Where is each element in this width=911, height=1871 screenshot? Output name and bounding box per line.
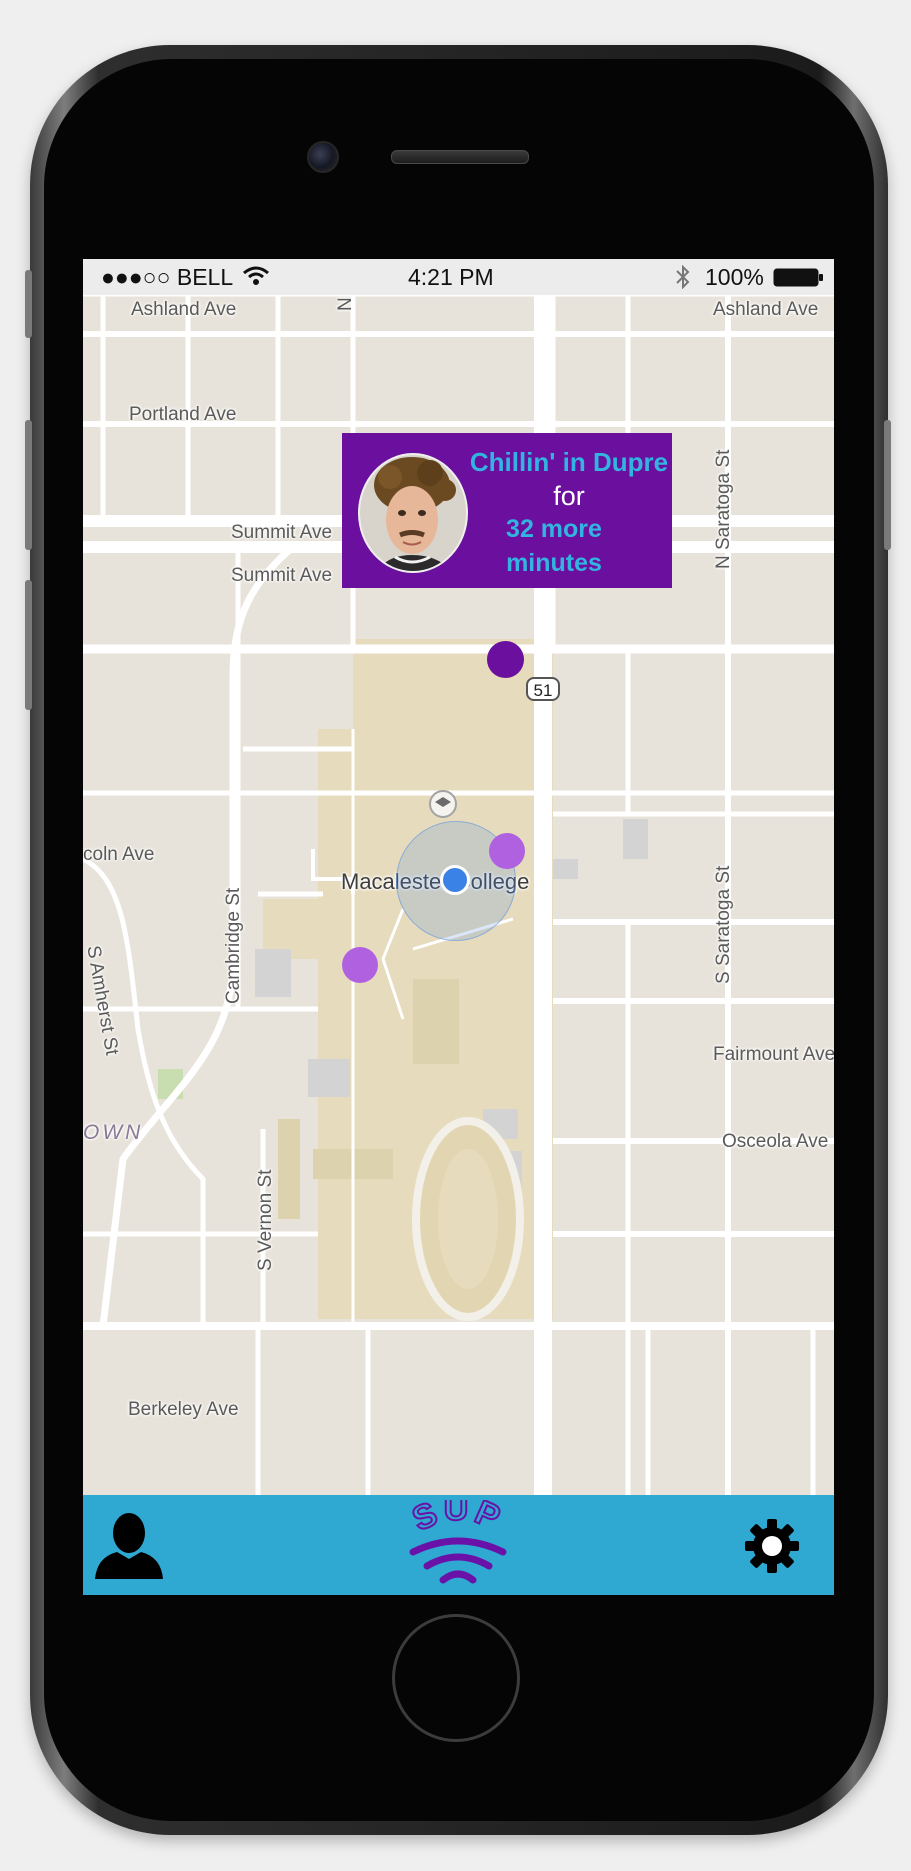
sup-logo-text: SUP <box>406 1489 506 1540</box>
profile-button[interactable] <box>91 1507 167 1583</box>
silent-switch <box>25 270 32 338</box>
route-shield-51: 51 <box>526 677 560 701</box>
settings-button[interactable] <box>743 1517 801 1575</box>
battery-icon <box>773 267 825 295</box>
power-button <box>884 420 891 550</box>
street-label-summit-2: Summit Ave <box>231 565 333 586</box>
street-label-berkeley: Berkeley Ave <box>128 1399 239 1420</box>
bluetooth-icon <box>675 264 691 295</box>
front-camera <box>307 141 339 173</box>
street-label-n-saratoga: N Saratoga St <box>713 449 734 569</box>
status-bar: ●●●○○ BELL 4:21 PM 100% <box>83 259 834 295</box>
gear-icon <box>745 1519 799 1573</box>
current-location-dot[interactable] <box>440 865 470 895</box>
street-label-fairmount: Fairmount Ave <box>713 1044 834 1065</box>
volume-down-button <box>25 580 32 710</box>
street-label-osceola: Osceola Ave <box>722 1131 829 1152</box>
friend-avatar <box>358 453 468 573</box>
street-label-north: N <box>335 297 356 311</box>
street-label-portland: Portland Ave <box>129 404 237 425</box>
friend-marker-2[interactable] <box>489 833 525 869</box>
popup-duration: 32 more <box>506 515 602 543</box>
bottom-tab-bar: SUP <box>83 1489 834 1595</box>
street-label-s-saratoga: S Saratoga St <box>713 865 734 984</box>
clock: 4:21 PM <box>408 264 494 290</box>
friend-marker-dupre[interactable] <box>487 641 524 678</box>
person-icon <box>95 1513 163 1579</box>
street-label-cambridge: Cambridge St <box>223 887 244 1004</box>
wifi-waves-icon: SUP <box>406 1489 509 1584</box>
popup-activity: Chillin' in Dupre <box>469 447 669 477</box>
battery-percent: 100% <box>705 264 764 290</box>
popup-unit: minutes <box>506 549 602 577</box>
wifi-icon <box>241 263 271 293</box>
street-label-lincoln: coln Ave <box>83 844 155 865</box>
route-number: 51 <box>533 681 553 700</box>
earpiece-speaker <box>391 150 529 164</box>
friend-marker-3[interactable] <box>342 947 378 983</box>
home-button[interactable] <box>392 1614 520 1742</box>
area-label-town: OWN <box>83 1121 144 1144</box>
popup-for: for <box>553 481 585 511</box>
avatar-photo <box>360 455 466 571</box>
svg-text:SUP: SUP <box>407 1500 509 1539</box>
phone-screen: Ashland Ave Ashland Ave Portland Ave Sum… <box>83 259 834 1595</box>
street-label-ashland: Ashland Ave <box>131 299 237 320</box>
status-popup[interactable]: Chillin' in Dupre for 32 more minutes <box>342 433 672 588</box>
carrier-signal: ●●●○○ BELL <box>101 264 234 290</box>
volume-up-button <box>25 420 32 550</box>
street-label-ashland-east: Ashland Ave <box>713 299 819 320</box>
street-label-summit: Summit Ave <box>231 522 333 543</box>
sup-logo[interactable]: SUP <box>393 1489 523 1592</box>
street-label-vernon: S Vernon St <box>255 1169 276 1271</box>
